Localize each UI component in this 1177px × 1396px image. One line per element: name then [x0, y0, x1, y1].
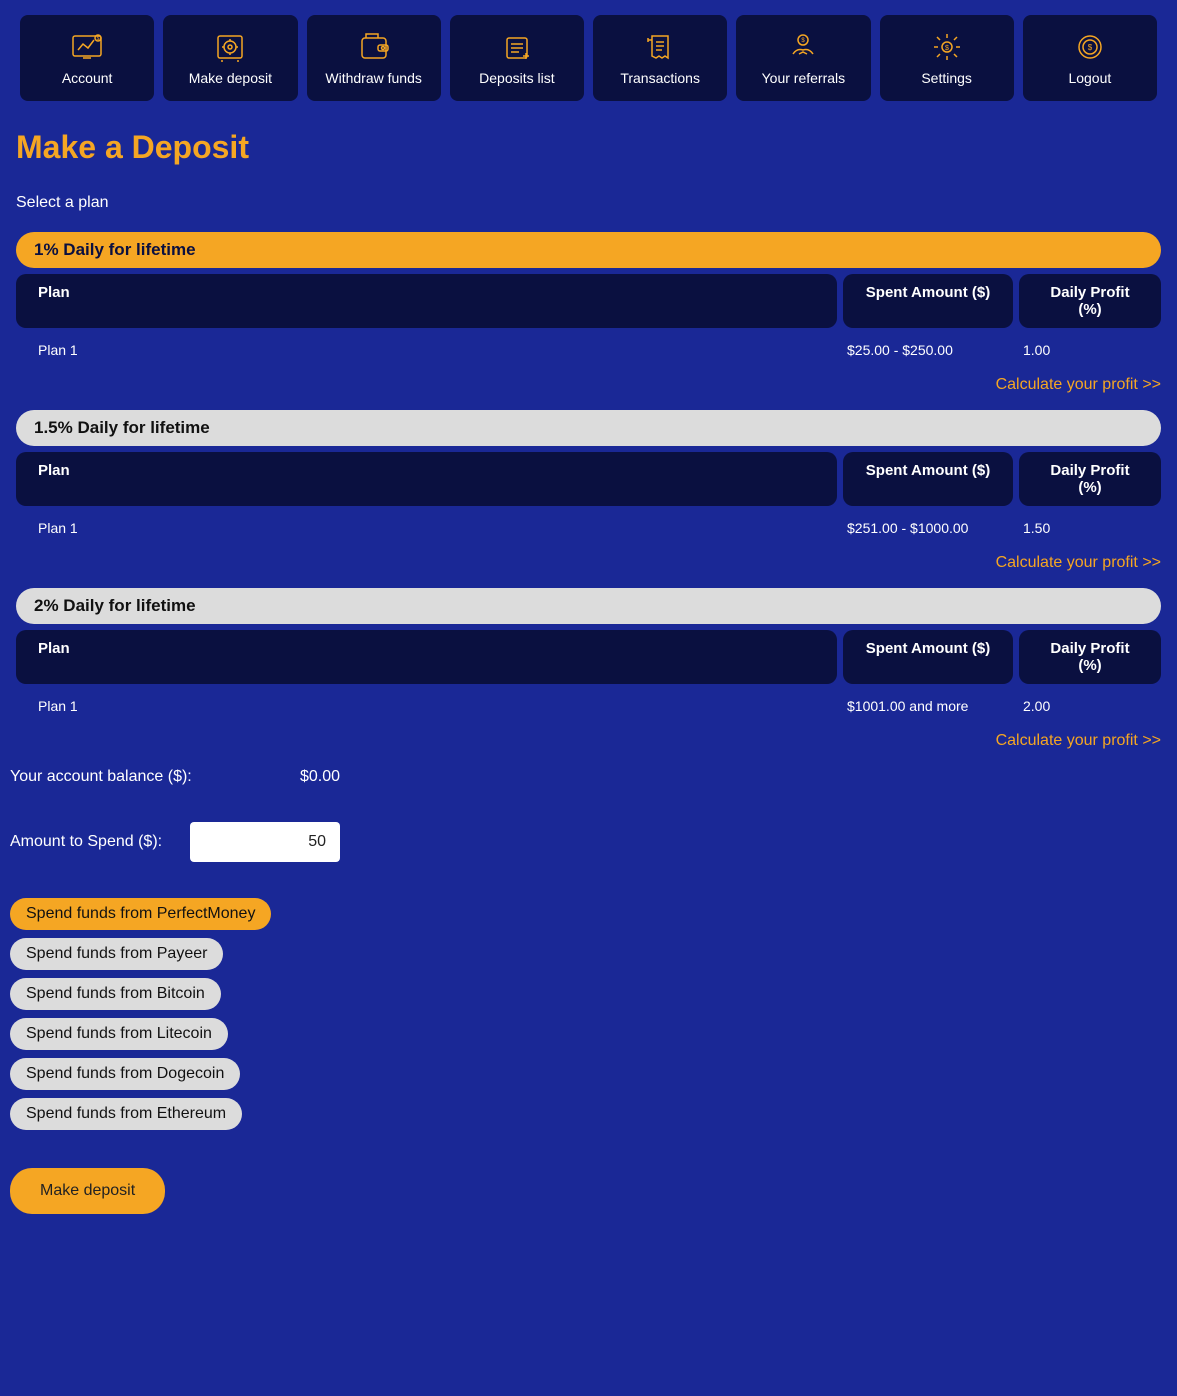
calculate-profit-link[interactable]: Calculate your profit >>	[10, 554, 1161, 572]
balance-value: $0.00	[290, 768, 340, 786]
nav-withdraw[interactable]: Withdraw funds	[307, 15, 441, 101]
nav-make-deposit[interactable]: Make deposit	[163, 15, 297, 101]
make-deposit-button[interactable]: Make deposit	[10, 1168, 165, 1214]
th-profit: Daily Profit (%)	[1019, 452, 1161, 506]
wallet-icon	[356, 32, 392, 62]
td-plan-name: Plan 1	[16, 516, 837, 540]
nav-settings[interactable]: $ Settings	[880, 15, 1014, 101]
calculate-profit-link[interactable]: Calculate your profit >>	[10, 732, 1161, 750]
td-spent: $251.00 - $1000.00	[843, 516, 1013, 540]
nav-label: Account	[62, 70, 113, 86]
nav-label: Settings	[921, 70, 972, 86]
calculate-profit-link[interactable]: Calculate your profit >>	[10, 376, 1161, 394]
nav-logout[interactable]: $ Logout	[1023, 15, 1157, 101]
th-plan: Plan	[16, 452, 837, 506]
th-plan: Plan	[16, 274, 837, 328]
svg-text:$: $	[802, 38, 806, 44]
top-nav: $ Account Make deposit Withdraw funds De…	[10, 10, 1167, 111]
plan-header[interactable]: 1% Daily for lifetime	[16, 232, 1161, 268]
money-list-icon	[499, 32, 535, 62]
nav-label: Make deposit	[189, 70, 272, 86]
gear-dollar-icon: $	[929, 32, 965, 62]
td-profit: 2.00	[1019, 694, 1161, 718]
plan-header[interactable]: 2% Daily for lifetime	[16, 588, 1161, 624]
th-plan: Plan	[16, 630, 837, 684]
plan-block-2: 1.5% Daily for lifetime Plan Spent Amoun…	[16, 410, 1161, 544]
coin-target-icon: $	[1072, 32, 1108, 62]
plan-table-header: Plan Spent Amount ($) Daily Profit (%)	[16, 274, 1161, 328]
select-plan-label: Select a plan	[16, 194, 1167, 212]
fund-source-list: Spend funds from PerfectMoney Spend fund…	[10, 898, 1167, 1130]
amount-label: Amount to Spend ($):	[10, 833, 190, 851]
plan-row: Plan 1 $1001.00 and more 2.00	[16, 690, 1161, 722]
nav-referrals[interactable]: $ Your referrals	[736, 15, 870, 101]
nav-account[interactable]: $ Account	[20, 15, 154, 101]
balance-label: Your account balance ($):	[10, 768, 290, 786]
handshake-icon: $	[785, 32, 821, 62]
nav-label: Logout	[1068, 70, 1111, 86]
svg-text:$: $	[97, 36, 100, 42]
receipt-icon	[642, 32, 678, 62]
fund-source-perfectmoney[interactable]: Spend funds from PerfectMoney	[10, 898, 271, 930]
fund-source-dogecoin[interactable]: Spend funds from Dogecoin	[10, 1058, 240, 1090]
plan-block-3: 2% Daily for lifetime Plan Spent Amount …	[16, 588, 1161, 722]
chart-user-icon: $	[69, 32, 105, 62]
nav-label: Transactions	[620, 70, 700, 86]
fund-source-litecoin[interactable]: Spend funds from Litecoin	[10, 1018, 228, 1050]
nav-transactions[interactable]: Transactions	[593, 15, 727, 101]
plan-header[interactable]: 1.5% Daily for lifetime	[16, 410, 1161, 446]
plan-block-1: 1% Daily for lifetime Plan Spent Amount …	[16, 232, 1161, 366]
balance-row: Your account balance ($): $0.00	[10, 768, 1167, 786]
amount-row: Amount to Spend ($):	[10, 822, 1167, 862]
svg-text:$: $	[945, 45, 949, 52]
nav-label: Deposits list	[479, 70, 554, 86]
th-spent: Spent Amount ($)	[843, 630, 1013, 684]
td-spent: $25.00 - $250.00	[843, 338, 1013, 362]
fund-source-bitcoin[interactable]: Spend funds from Bitcoin	[10, 978, 221, 1010]
svg-text:$: $	[1088, 43, 1093, 52]
amount-input[interactable]	[190, 822, 340, 862]
plan-row: Plan 1 $25.00 - $250.00 1.00	[16, 334, 1161, 366]
plan-row: Plan 1 $251.00 - $1000.00 1.50	[16, 512, 1161, 544]
nav-label: Withdraw funds	[325, 70, 421, 86]
fund-source-ethereum[interactable]: Spend funds from Ethereum	[10, 1098, 242, 1130]
page-title: Make a Deposit	[16, 129, 1167, 166]
fund-source-payeer[interactable]: Spend funds from Payeer	[10, 938, 223, 970]
th-profit: Daily Profit (%)	[1019, 630, 1161, 684]
nav-label: Your referrals	[762, 70, 846, 86]
th-spent: Spent Amount ($)	[843, 452, 1013, 506]
plan-table-header: Plan Spent Amount ($) Daily Profit (%)	[16, 452, 1161, 506]
td-profit: 1.00	[1019, 338, 1161, 362]
td-plan-name: Plan 1	[16, 694, 837, 718]
th-profit: Daily Profit (%)	[1019, 274, 1161, 328]
plan-table-header: Plan Spent Amount ($) Daily Profit (%)	[16, 630, 1161, 684]
safe-icon	[212, 32, 248, 62]
td-profit: 1.50	[1019, 516, 1161, 540]
td-spent: $1001.00 and more	[843, 694, 1013, 718]
th-spent: Spent Amount ($)	[843, 274, 1013, 328]
td-plan-name: Plan 1	[16, 338, 837, 362]
nav-deposits-list[interactable]: Deposits list	[450, 15, 584, 101]
